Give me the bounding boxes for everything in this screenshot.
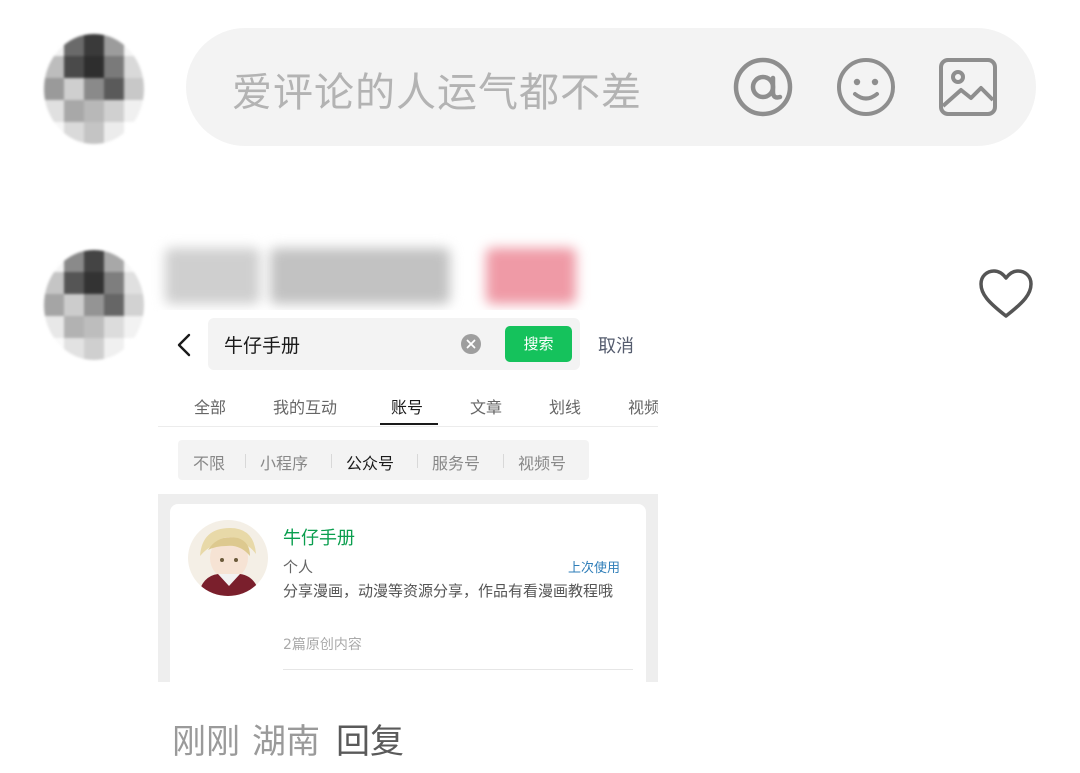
search-button[interactable]: 搜索 [505, 326, 572, 362]
account-description: 分享漫画，动漫等资源分享，作品有看漫画教程哦 [283, 582, 614, 600]
back-arrow-icon[interactable] [174, 332, 196, 358]
attached-screenshot[interactable]: 牛仔手册 搜索 取消 全部 我的互动 账号 文章 划线 视频 不限 小程序 公众… [158, 310, 658, 682]
recently-used-badge: 上次使用 [568, 561, 621, 576]
clear-icon[interactable] [461, 334, 481, 354]
card-divider [283, 669, 633, 670]
search-results: 牛仔手册 个人 上次使用 分享漫画，动漫等资源分享，作品有看漫画教程哦 2篇原创… [158, 494, 658, 682]
emoji-icon[interactable] [835, 56, 897, 118]
heart-icon[interactable] [978, 268, 1034, 320]
search-query: 牛仔手册 [224, 335, 301, 357]
filter-divider [245, 454, 246, 468]
filter-divider [417, 454, 418, 468]
filter-divider [331, 454, 332, 468]
cancel-button[interactable]: 取消 [598, 332, 634, 358]
commenter-name-redacted [165, 248, 260, 304]
tab-my-interactions[interactable]: 我的互动 [273, 394, 337, 418]
tab-articles[interactable]: 文章 [470, 394, 502, 418]
account-type-filters: 不限 小程序 公众号 服务号 视频号 [178, 440, 589, 480]
image-icon[interactable] [937, 56, 999, 118]
comment-location: 湖南 [252, 722, 320, 762]
result-card[interactable]: 牛仔手册 个人 上次使用 分享漫画，动漫等资源分享，作品有看漫画教程哦 2篇原创… [170, 504, 646, 682]
tab-all[interactable]: 全部 [194, 394, 226, 418]
account-type: 个人 [283, 558, 314, 576]
at-icon[interactable] [732, 56, 794, 118]
commenter-name-redacted [270, 248, 450, 304]
account-avatar [188, 520, 268, 596]
original-content-count: 2篇原创内容 [283, 637, 362, 653]
comment-meta: 刚刚 湖南 回复 [172, 714, 404, 763]
tab-videos[interactable]: 视频 [628, 394, 658, 418]
comment-input-placeholder: 爱评论的人运气都不差 [232, 70, 642, 116]
commenter-badge-redacted [486, 248, 576, 304]
filter-any[interactable]: 不限 [193, 450, 225, 474]
filter-divider [503, 454, 504, 468]
filter-service-account[interactable]: 服务号 [432, 450, 480, 474]
search-tabs: 全部 我的互动 账号 文章 划线 视频 [158, 380, 658, 427]
account-name[interactable]: 牛仔手册 [283, 524, 355, 550]
tab-accounts[interactable]: 账号 [391, 394, 423, 418]
filter-mini-program[interactable]: 小程序 [260, 450, 308, 474]
commenter-avatar[interactable] [44, 250, 144, 360]
filter-official-account[interactable]: 公众号 [346, 450, 394, 474]
active-tab-indicator [380, 423, 438, 425]
current-user-avatar [44, 34, 144, 144]
tab-highlights[interactable]: 划线 [549, 394, 581, 418]
comment-input[interactable]: 爱评论的人运气都不差 [186, 28, 1036, 146]
filter-video-account[interactable]: 视频号 [518, 450, 566, 474]
reply-button[interactable]: 回复 [336, 722, 404, 762]
comment-time: 刚刚 [172, 722, 240, 762]
